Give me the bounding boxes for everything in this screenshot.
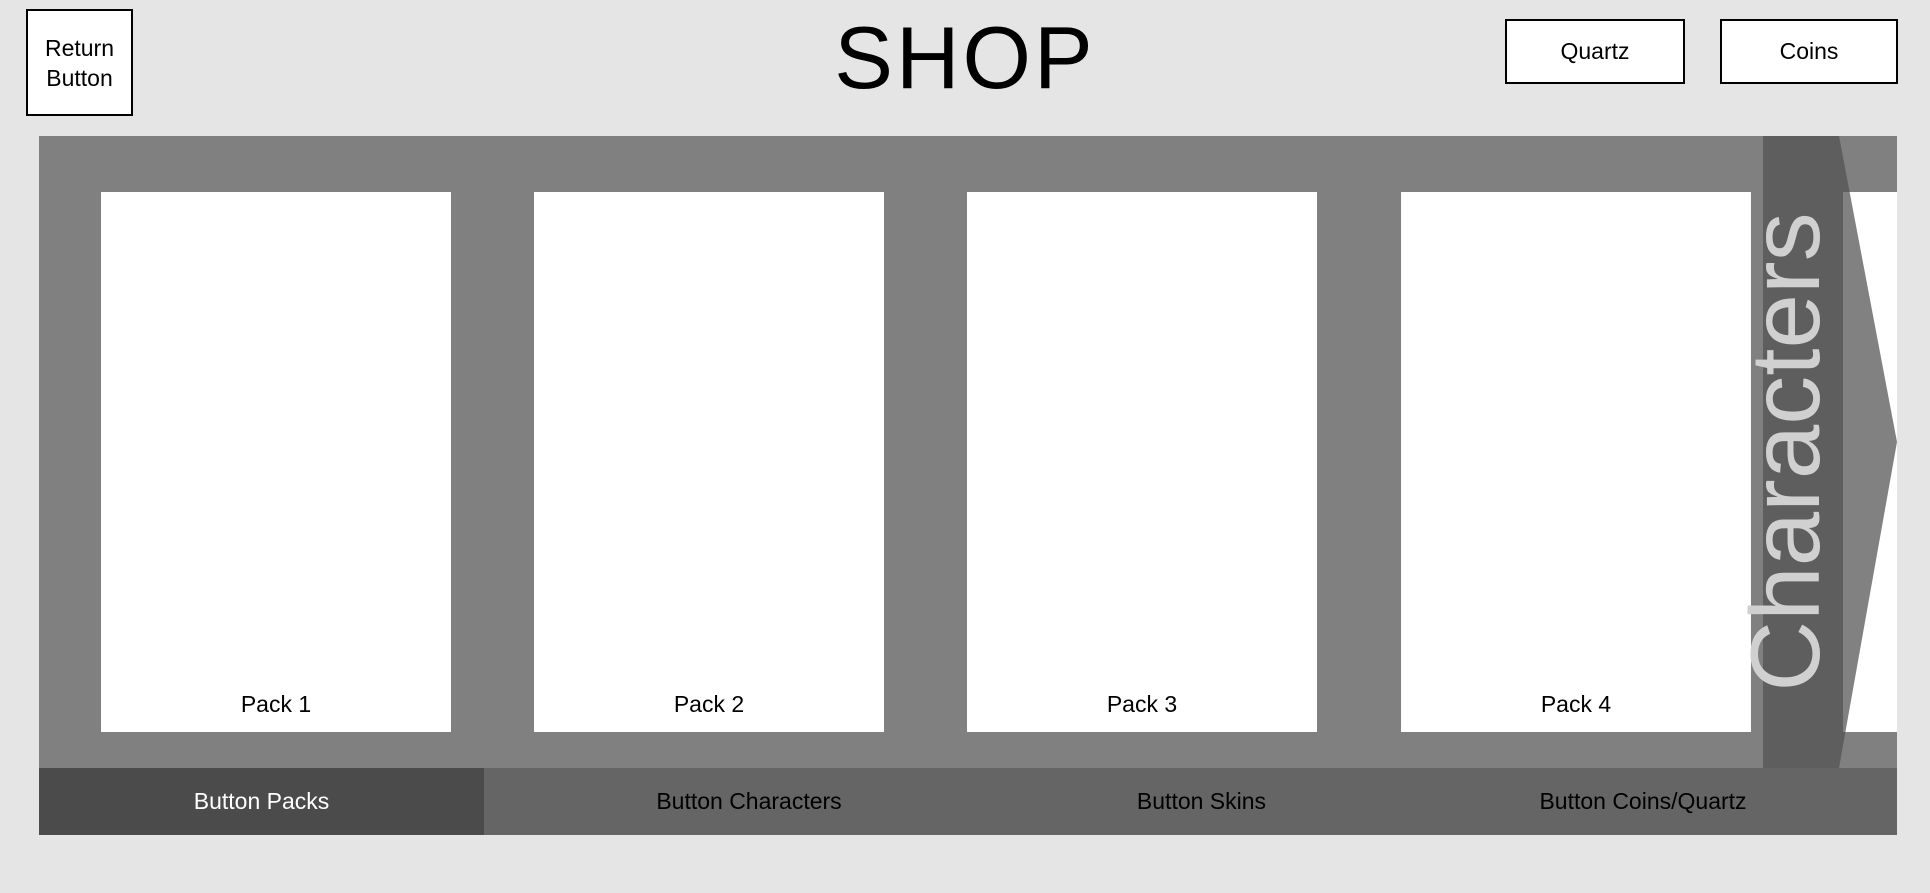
next-category-label: Characters xyxy=(1730,212,1840,692)
tab-coins-quartz[interactable]: Button Coins/Quartz xyxy=(1389,768,1897,835)
pack-card-4[interactable]: Pack 4 xyxy=(1401,192,1751,732)
tab-packs[interactable]: Button Packs xyxy=(39,768,484,835)
tab-characters[interactable]: Button Characters xyxy=(484,768,1014,835)
quartz-button[interactable]: Quartz xyxy=(1505,19,1685,84)
pack-card-1[interactable]: Pack 1 xyxy=(101,192,451,732)
pack-card-label: Pack 3 xyxy=(1106,691,1178,717)
coins-button[interactable]: Coins xyxy=(1720,19,1898,84)
coins-button-label: Coins xyxy=(1779,38,1839,64)
tab-skins[interactable]: Button Skins xyxy=(1014,768,1389,835)
pack-carousel: Pack 1 Pack 2 Pack 3 Pack 4 Characters xyxy=(39,136,1897,768)
quartz-button-label: Quartz xyxy=(1560,38,1630,64)
pack-card-3[interactable]: Pack 3 xyxy=(967,192,1317,732)
pack-card-label: Pack 4 xyxy=(1540,691,1612,717)
category-tab-bar: Button Packs Button Characters Button Sk… xyxy=(39,768,1897,835)
pack-card-label: Pack 1 xyxy=(240,691,312,717)
pack-card-label: Pack 2 xyxy=(673,691,745,717)
pack-card-2[interactable]: Pack 2 xyxy=(534,192,884,732)
next-category-tab[interactable]: Characters xyxy=(1730,136,1897,768)
